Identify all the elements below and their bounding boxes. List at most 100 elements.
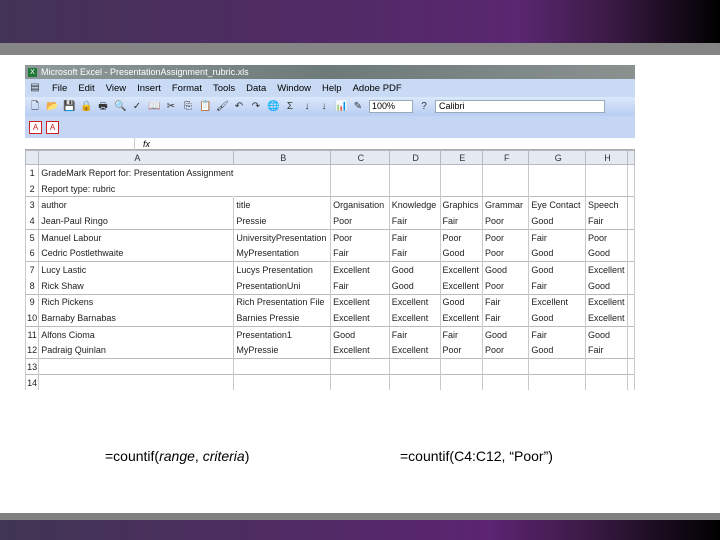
cell[interactable]: Good: [585, 277, 628, 294]
cell[interactable]: Good: [388, 277, 441, 294]
cell[interactable]: Fair: [330, 245, 390, 262]
cell[interactable]: [528, 180, 586, 197]
cell[interactable]: Rich Presentation File: [233, 293, 332, 311]
row-header[interactable]: 4: [25, 213, 40, 230]
cell[interactable]: [330, 374, 390, 390]
cell[interactable]: [626, 277, 635, 294]
cell[interactable]: Rick Shaw: [38, 277, 235, 294]
cell[interactable]: Speech: [585, 196, 628, 214]
row-header[interactable]: 8: [25, 277, 40, 294]
cell[interactable]: Excellent: [330, 293, 390, 311]
cell[interactable]: MyPresentation: [233, 245, 332, 262]
cell[interactable]: [233, 180, 332, 197]
autosum-icon[interactable]: Σ: [284, 101, 296, 113]
cell[interactable]: Excellent: [330, 342, 390, 359]
row-header[interactable]: 11: [25, 325, 40, 343]
cell[interactable]: Excellent: [439, 261, 484, 278]
sort-descending-icon[interactable]: ↓: [318, 101, 330, 113]
cell[interactable]: [626, 293, 635, 311]
row-header[interactable]: 13: [25, 358, 40, 375]
row-header[interactable]: 12: [25, 342, 40, 359]
cell[interactable]: Fair: [528, 277, 586, 294]
cell[interactable]: Rich Pickens: [38, 293, 235, 311]
cell[interactable]: Poor: [585, 228, 628, 246]
cell[interactable]: [626, 374, 635, 390]
cell[interactable]: [627, 164, 635, 181]
cell[interactable]: Poor: [482, 213, 530, 230]
cell[interactable]: Excellent: [330, 310, 390, 327]
cell[interactable]: [626, 358, 635, 375]
cell[interactable]: [482, 358, 530, 375]
open-icon[interactable]: 📂: [46, 101, 58, 113]
hyperlink-icon[interactable]: 🌐: [267, 101, 279, 113]
row-header[interactable]: 14: [25, 374, 40, 390]
column-header[interactable]: D: [388, 150, 441, 165]
cell[interactable]: PresentationUni: [233, 277, 332, 294]
column-header[interactable]: G: [528, 150, 586, 165]
cell[interactable]: [626, 228, 635, 246]
row-header[interactable]: 10: [25, 310, 40, 327]
cell[interactable]: [626, 310, 635, 327]
cell[interactable]: [38, 374, 235, 390]
cell[interactable]: Excellent: [585, 261, 628, 278]
cell[interactable]: [330, 180, 390, 197]
copy-icon[interactable]: ⎘: [182, 101, 194, 113]
cell[interactable]: Report type: rubric: [39, 181, 234, 197]
print-preview-icon[interactable]: 🔍: [114, 101, 126, 113]
cell[interactable]: Barnaby Barnabas: [38, 310, 235, 327]
menu-item-window[interactable]: Window: [277, 83, 311, 94]
cell[interactable]: Poor: [482, 277, 530, 294]
row-header[interactable]: 3: [25, 196, 40, 214]
cell[interactable]: [330, 164, 390, 181]
cut-icon[interactable]: ✂: [165, 101, 177, 113]
cell[interactable]: Fair: [439, 325, 484, 343]
cell[interactable]: Excellent: [439, 277, 484, 294]
undo-icon[interactable]: ↶: [233, 101, 245, 113]
cell[interactable]: UniversityPresentation: [233, 228, 332, 246]
cell[interactable]: Good: [528, 310, 586, 327]
drawing-icon[interactable]: ✎: [352, 101, 364, 113]
cell[interactable]: Excellent: [388, 342, 441, 359]
cell[interactable]: Fair: [388, 228, 441, 246]
menu-item-format[interactable]: Format: [172, 83, 202, 94]
cell[interactable]: [626, 261, 635, 278]
menu-item-view[interactable]: View: [106, 83, 126, 94]
cell[interactable]: Pressie: [233, 213, 332, 230]
cell[interactable]: Fair: [388, 325, 441, 343]
zoom-select[interactable]: 100%: [369, 100, 413, 113]
cell[interactable]: Lucys Presentation: [233, 261, 332, 278]
column-header[interactable]: E: [439, 150, 484, 165]
cell[interactable]: [528, 164, 586, 181]
cell[interactable]: Fair: [482, 310, 530, 327]
cell[interactable]: [389, 164, 441, 181]
cell[interactable]: Good: [585, 325, 628, 343]
cell[interactable]: [330, 358, 390, 375]
help-icon[interactable]: ?: [418, 101, 430, 113]
column-header[interactable]: [626, 150, 635, 165]
cell[interactable]: [626, 196, 635, 214]
research-icon[interactable]: 📖: [148, 101, 160, 113]
cell[interactable]: Fair: [388, 245, 441, 262]
select-all-corner[interactable]: [25, 150, 40, 165]
cell[interactable]: Good: [528, 342, 586, 359]
cell[interactable]: Fair: [388, 213, 441, 230]
sort-ascending-icon[interactable]: ↓: [301, 101, 313, 113]
permission-icon[interactable]: 🔒: [80, 101, 92, 113]
menu-item-insert[interactable]: Insert: [137, 83, 161, 94]
cell[interactable]: Poor: [482, 342, 530, 359]
row-header[interactable]: 5: [25, 228, 40, 246]
cell[interactable]: [626, 245, 635, 262]
cell[interactable]: Good: [585, 245, 628, 262]
menu-item-adobe-pdf[interactable]: Adobe PDF: [353, 83, 402, 94]
cell[interactable]: Jean-Paul Ringo: [38, 213, 235, 230]
cell[interactable]: [528, 358, 586, 375]
row-header[interactable]: 2: [25, 180, 40, 197]
column-header[interactable]: C: [330, 150, 390, 165]
cell[interactable]: Poor: [439, 228, 484, 246]
cell[interactable]: [482, 164, 530, 181]
convert-to-pdf-icon[interactable]: A: [29, 120, 42, 134]
cell[interactable]: Lucy Lastic: [38, 261, 235, 278]
cell[interactable]: Eye Contact: [528, 196, 586, 214]
cell[interactable]: Excellent: [388, 293, 441, 311]
row-header[interactable]: 6: [25, 245, 40, 262]
